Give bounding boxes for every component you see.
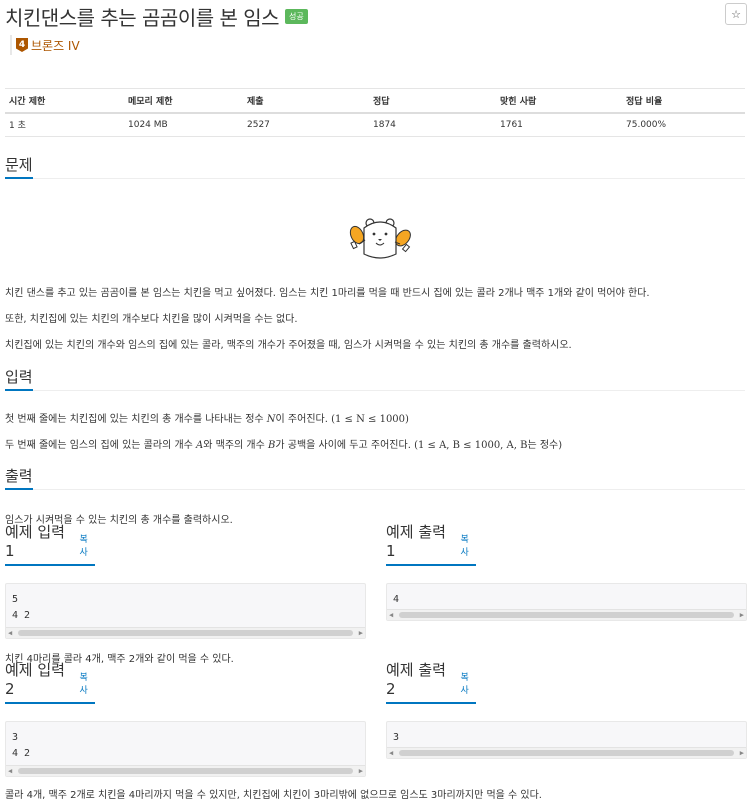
sample-input-1-heading: 예제 입력 1 복사 <box>5 523 95 566</box>
problem-section-heading: 문제 <box>5 155 745 179</box>
input-description-line-2: 두 번째 줄에는 임스의 집에 있는 콜라의 개수 A와 맥주의 개수 B가 공… <box>5 436 562 451</box>
accepted-value: 1874 <box>369 112 496 137</box>
ratio-header: 정답 비율 <box>622 88 745 114</box>
time-limit-value: 1 초 <box>5 112 124 137</box>
sample-output-1-title: 예제 출력 1 <box>386 523 446 560</box>
solvers-header: 맞힌 사람 <box>496 88 622 114</box>
time-limit-header: 시간 제한 <box>5 88 124 114</box>
scroll-right-arrow-icon[interactable]: ▶ <box>740 610 744 621</box>
sample-output-2-heading: 예제 출력 2 복사 <box>386 661 476 704</box>
submissions-header: 제출 <box>243 88 369 114</box>
copy-sample-input-1-link[interactable]: 복사 <box>80 532 96 558</box>
dancing-bear-image <box>349 218 411 259</box>
sample-output-1-heading: 예제 출력 1 복사 <box>386 523 476 566</box>
scroll-right-arrow-icon[interactable]: ▶ <box>359 628 363 639</box>
submissions-value: 2527 <box>243 112 369 137</box>
problem-paragraph-2: 또한, 치킨집에 있는 치킨의 개수보다 치킨을 많이 시켜먹을 수는 없다. <box>5 314 298 325</box>
table-row: 1 초 1024 MB 2527 1874 1761 75.000% <box>5 112 745 137</box>
scroll-left-arrow-icon[interactable]: ◀ <box>8 628 12 639</box>
tier-badge-icon: 4 <box>16 38 28 52</box>
copy-sample-output-2-link[interactable]: 복사 <box>461 670 477 696</box>
input-line1-text-b: 이 주어진다. <box>275 414 332 425</box>
scrollbar-thumb[interactable] <box>18 630 353 636</box>
problem-title: 치킨댄스를 추는 곰곰이를 본 임스 <box>5 5 280 30</box>
input-line2-text-d: 는 정수) <box>527 440 563 451</box>
sample-input-2-title: 예제 입력 2 <box>5 661 65 698</box>
sample-input-2-box[interactable]: 3 4 2 ◀ ▶ <box>5 721 366 777</box>
problem-header: 치킨댄스를 추는 곰곰이를 본 임스 성공 <box>5 4 308 30</box>
favorite-star-button[interactable]: ☆ <box>725 3 747 25</box>
scroll-right-arrow-icon[interactable]: ▶ <box>740 748 744 759</box>
scrollbar-thumb[interactable] <box>399 612 734 618</box>
horizontal-scrollbar[interactable]: ◀ ▶ <box>6 627 365 638</box>
sample-output-2-text: 3 <box>393 732 400 743</box>
sample-input-1-text: 5 4 2 <box>12 594 31 621</box>
output-heading-text: 출력 <box>5 466 33 490</box>
scroll-right-arrow-icon[interactable]: ▶ <box>359 766 363 777</box>
status-badge: 성공 <box>285 8 308 24</box>
sample-input-1-title: 예제 입력 1 <box>5 523 65 560</box>
input-line1-constraint: (1 ≤ N ≤ 1000) <box>331 414 409 425</box>
sample-input-2-heading: 예제 입력 2 복사 <box>5 661 95 704</box>
solvers-value: 1761 <box>496 112 622 137</box>
scroll-left-arrow-icon[interactable]: ◀ <box>389 610 393 621</box>
sample-output-2-title: 예제 출력 2 <box>386 661 446 698</box>
copy-sample-output-1-link[interactable]: 복사 <box>461 532 477 558</box>
horizontal-scrollbar[interactable]: ◀ ▶ <box>6 765 365 776</box>
problem-heading-text: 문제 <box>5 155 33 179</box>
sample-input-1-box[interactable]: 5 4 2 ◀ ▶ <box>5 583 366 639</box>
sample-output-1-box[interactable]: 4 ◀ ▶ <box>386 583 747 621</box>
input-section-heading: 입력 <box>5 367 745 391</box>
math-var-n: N <box>266 414 276 425</box>
star-icon: ☆ <box>731 7 741 21</box>
problem-info-table: 시간 제한 메모리 제한 제출 정답 맞힌 사람 정답 비율 1 초 1024 … <box>5 88 745 137</box>
problem-paragraph-3: 치킨집에 있는 치킨의 개수와 임스의 집에 있는 콜라, 맥주의 개수가 주어… <box>5 340 572 351</box>
input-line2-text-b: 와 맥주의 개수 <box>203 440 269 451</box>
tier-row[interactable]: 4 브론즈 IV <box>10 35 80 55</box>
horizontal-scrollbar[interactable]: ◀ ▶ <box>387 609 746 620</box>
horizontal-scrollbar[interactable]: ◀ ▶ <box>387 747 746 758</box>
scrollbar-thumb[interactable] <box>399 750 734 756</box>
ratio-value: 75.000% <box>622 112 745 137</box>
input-line2-constraint: (1 ≤ A, B ≤ 1000, A, B <box>414 440 528 451</box>
input-line2-text-c: 가 공백을 사이에 두고 주어진다. <box>275 440 415 451</box>
sample-2-explanation: 콜라 4개, 맥주 2개로 치킨을 4마리까지 먹을 수 있지만, 치킨집에 치… <box>5 790 542 801</box>
problem-paragraph-1: 치킨 댄스를 추고 있는 곰곰이를 본 임스는 치킨을 먹고 싶어졌다. 임스는… <box>5 288 650 299</box>
input-description-line-1: 첫 번째 줄에는 치킨집에 있는 치킨의 총 개수를 나타내는 정수 N이 주어… <box>5 410 409 425</box>
accepted-header: 정답 <box>369 88 496 114</box>
input-line2-text-a: 두 번째 줄에는 임스의 집에 있는 콜라의 개수 <box>5 440 197 451</box>
scrollbar-thumb[interactable] <box>18 768 353 774</box>
memory-limit-value: 1024 MB <box>124 112 243 137</box>
scroll-left-arrow-icon[interactable]: ◀ <box>389 748 393 759</box>
memory-limit-header: 메모리 제한 <box>124 88 243 114</box>
tier-label: 브론즈 IV <box>31 38 80 53</box>
sample-input-2-text: 3 4 2 <box>12 732 31 759</box>
sample-output-1-text: 4 <box>393 594 400 605</box>
input-heading-text: 입력 <box>5 367 33 391</box>
table-header-row: 시간 제한 메모리 제한 제출 정답 맞힌 사람 정답 비율 <box>5 88 745 114</box>
output-section-heading: 출력 <box>5 466 745 490</box>
scroll-left-arrow-icon[interactable]: ◀ <box>8 766 12 777</box>
sample-output-2-box[interactable]: 3 ◀ ▶ <box>386 721 747 759</box>
copy-sample-input-2-link[interactable]: 복사 <box>80 670 96 696</box>
input-line1-text-a: 첫 번째 줄에는 치킨집에 있는 치킨의 총 개수를 나타내는 정수 <box>5 414 267 425</box>
